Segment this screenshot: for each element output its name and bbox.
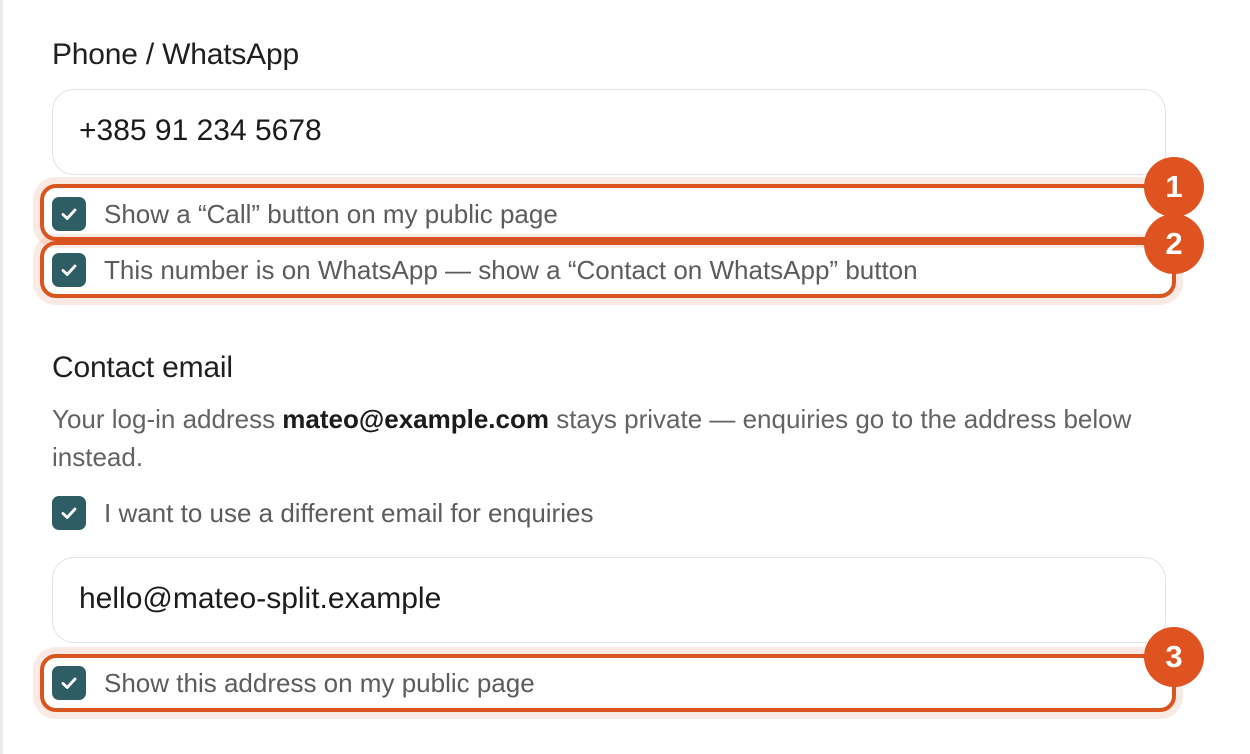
whatsapp-button-option[interactable]: This number is on WhatsApp — show a “Con… xyxy=(52,250,918,290)
checkmark-icon xyxy=(61,264,77,276)
phone-input-value: +385 91 234 5678 xyxy=(79,114,322,147)
contact-email-helper-text: Your log-in address mateo@example.com st… xyxy=(52,400,1192,476)
checkmark-icon xyxy=(61,507,77,519)
show-address-checkbox[interactable] xyxy=(52,666,86,700)
different-email-checkbox-label: I want to use a different email for enqu… xyxy=(104,497,594,528)
enquiry-email-input[interactable]: hello@mateo-split.example xyxy=(52,557,1166,643)
contact-email-label: Contact email xyxy=(52,351,233,384)
show-address-option[interactable]: Show this address on my public page xyxy=(52,663,535,703)
enquiry-email-input-value: hello@mateo-split.example xyxy=(79,582,442,615)
checkmark-icon xyxy=(61,677,77,689)
helper-text-start: Your log-in address xyxy=(52,404,283,434)
panel-left-border xyxy=(0,0,3,754)
whatsapp-checkbox[interactable] xyxy=(52,253,86,287)
call-button-checkbox[interactable] xyxy=(52,197,86,231)
different-email-checkbox[interactable] xyxy=(52,496,86,530)
call-button-checkbox-label: Show a “Call” button on my public page xyxy=(104,198,558,229)
phone-label: Phone / WhatsApp xyxy=(52,38,299,71)
checkmark-icon xyxy=(61,208,77,220)
login-email-address: mateo@example.com xyxy=(282,404,549,434)
phone-input[interactable]: +385 91 234 5678 xyxy=(52,89,1166,175)
annotation-badge-2: 2 xyxy=(1144,214,1204,274)
call-button-option[interactable]: Show a “Call” button on my public page xyxy=(52,194,558,234)
annotation-badge-3: 3 xyxy=(1144,627,1204,687)
different-email-option[interactable]: I want to use a different email for enqu… xyxy=(52,493,593,533)
show-address-checkbox-label: Show this address on my public page xyxy=(104,667,535,698)
whatsapp-checkbox-label: This number is on WhatsApp — show a “Con… xyxy=(104,254,918,285)
annotation-badge-1: 1 xyxy=(1144,157,1204,217)
